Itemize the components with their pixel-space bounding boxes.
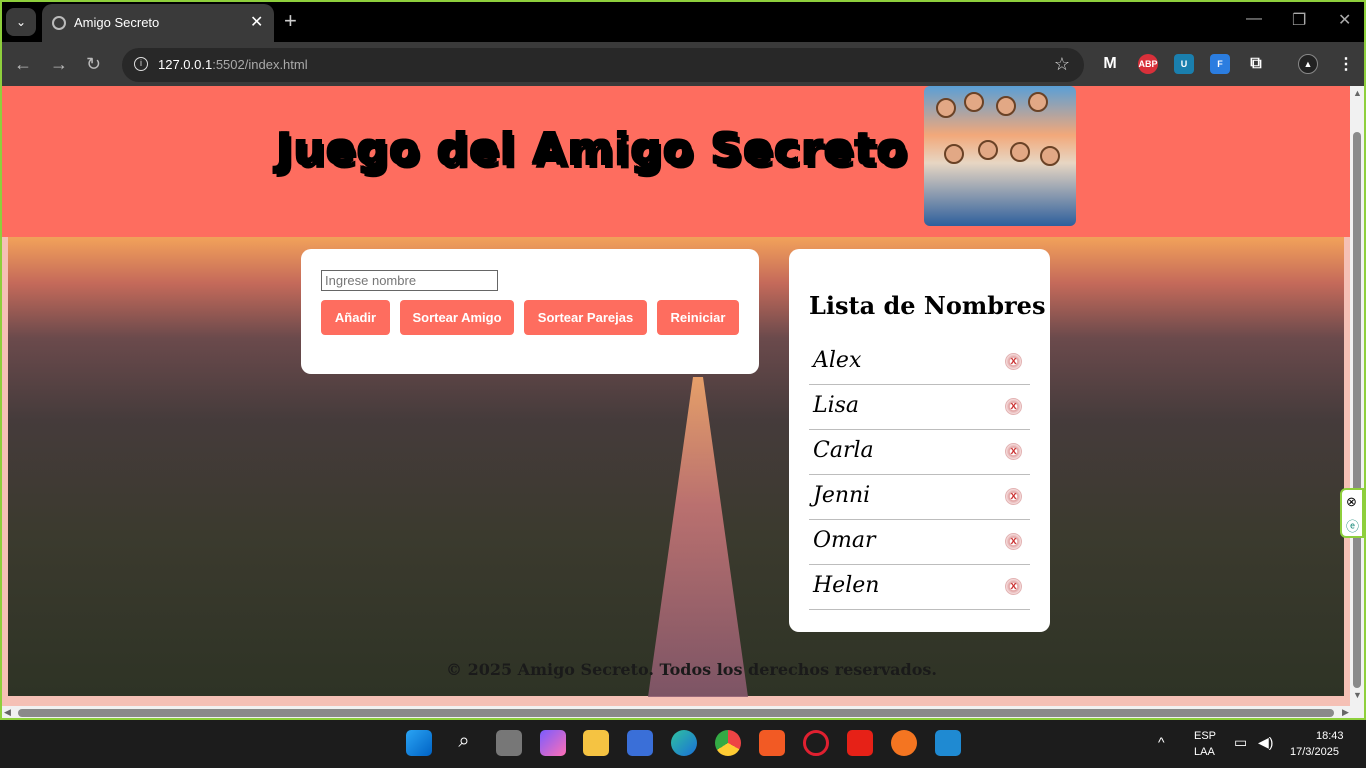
adblock-extension-icon[interactable]: ABP <box>1138 54 1158 74</box>
remove-icon[interactable]: x <box>1005 443 1022 460</box>
bookmark-star-icon[interactable]: ☆ <box>1054 54 1070 75</box>
list-item-name: Omar <box>813 528 876 553</box>
list-item: Alex x <box>809 340 1030 385</box>
volume-icon[interactable]: ◀) <box>1258 734 1273 751</box>
chevron-up-icon[interactable]: ^ <box>1158 734 1165 750</box>
remove-icon[interactable]: x <box>1005 578 1022 595</box>
tab-close-button[interactable]: ✕ <box>250 12 263 32</box>
search-icon[interactable]: ⌕ <box>451 730 477 756</box>
shield-extension-icon[interactable]: U <box>1174 54 1194 74</box>
windows-start-icon[interactable] <box>406 730 432 756</box>
youtube-icon[interactable] <box>847 730 873 756</box>
tab-active[interactable]: Amigo Secreto ✕ <box>42 4 274 42</box>
list-item: Lisa x <box>809 385 1030 430</box>
close-circle-icon[interactable]: ⊗ <box>1346 494 1357 510</box>
list-item: Omar x <box>809 520 1030 565</box>
horizontal-scroll-thumb[interactable] <box>18 709 1334 717</box>
kids-image <box>924 86 1076 226</box>
file-explorer-icon[interactable] <box>583 730 609 756</box>
remove-icon[interactable]: x <box>1005 353 1022 370</box>
tab-search-button[interactable]: ⌄ <box>6 8 36 36</box>
address-bar[interactable]: i 127.0.0.1:5502/index.html ☆ <box>122 48 1084 82</box>
copilot-icon[interactable] <box>540 730 566 756</box>
list-item-name: Carla <box>813 438 874 463</box>
e-extension-icon[interactable]: ⓔ <box>1346 516 1359 535</box>
draw-pairs-button[interactable]: Sortear Parejas <box>524 300 647 335</box>
browser-toolbar: ← → ↻ i 127.0.0.1:5502/index.html ☆ M AB… <box>2 42 1364 88</box>
mendeley-extension-icon[interactable]: M <box>1100 54 1120 74</box>
crunchyroll-icon[interactable] <box>891 730 917 756</box>
globe-icon <box>52 16 66 30</box>
extensions-puzzle-icon[interactable]: ⧉ <box>1246 54 1266 74</box>
remove-icon[interactable]: x <box>1005 398 1022 415</box>
remove-icon[interactable]: x <box>1005 533 1022 550</box>
maximize-button[interactable]: ❐ <box>1292 10 1306 30</box>
profile-avatar[interactable]: ▲ <box>1298 54 1318 74</box>
clock-date[interactable]: 17/3/2025 <box>1290 746 1339 758</box>
list-title: Lista de Nombres <box>809 291 1046 320</box>
url-text: 127.0.0.1:5502/index.html <box>158 57 308 72</box>
list-item-name: Alex <box>813 348 862 373</box>
page-footer: © 2025 Amigo Secreto. Todos los derechos… <box>446 660 937 679</box>
keyboard-layout[interactable]: LAA <box>1194 746 1215 758</box>
list-item: Jenni x <box>809 475 1030 520</box>
canal-scenery <box>648 377 748 697</box>
network-icon[interactable]: ▭ <box>1234 734 1247 751</box>
opera-icon[interactable] <box>803 730 829 756</box>
taskbar: ⌕ ^ ESP LAA ▭ ◀) 18:43 17/3/2025 <box>0 720 1366 768</box>
list-item-name: Helen <box>813 573 880 598</box>
list-item-name: Jenni <box>813 483 871 508</box>
list-item: Helen x <box>809 565 1030 610</box>
close-window-button[interactable]: ✕ <box>1338 10 1351 30</box>
reset-button[interactable]: Reiniciar <box>657 300 739 335</box>
draw-friend-button[interactable]: Sortear Amigo <box>400 300 514 335</box>
page-header: Juego del Amigo Secreto <box>2 86 1350 237</box>
remove-icon[interactable]: x <box>1005 488 1022 505</box>
page-viewport: Juego del Amigo Secreto Añadir Sortear A… <box>2 86 1350 706</box>
vertical-scroll-thumb[interactable] <box>1353 132 1361 688</box>
side-widget[interactable]: ⊗ ⓔ <box>1340 488 1364 538</box>
tab-title: Amigo Secreto <box>74 15 160 30</box>
minimize-button[interactable]: — <box>1246 10 1262 28</box>
reload-icon[interactable]: ↻ <box>86 54 101 75</box>
name-input[interactable] <box>321 270 498 291</box>
site-info-icon[interactable]: i <box>134 57 148 71</box>
translate-extension-icon[interactable]: F <box>1210 54 1230 74</box>
forward-icon[interactable]: → <box>50 54 68 75</box>
menu-kebab-icon[interactable]: ⋮ <box>1336 54 1356 74</box>
vertical-scrollbar[interactable]: ▲ ▼ <box>1350 86 1364 706</box>
clock-time[interactable]: 18:43 <box>1316 730 1344 742</box>
horizontal-scrollbar[interactable]: ◀ ▶ <box>2 706 1364 720</box>
input-card: Añadir Sortear Amigo Sortear Parejas Rei… <box>301 249 759 374</box>
names-list-card: Lista de Nombres Alex x Lisa x Carla x J… <box>789 249 1050 632</box>
tab-strip: ⌄ Amigo Secreto ✕ + — ❐ ✕ <box>2 2 1364 42</box>
language-indicator[interactable]: ESP <box>1194 730 1216 742</box>
vscode-icon[interactable] <box>935 730 961 756</box>
edge-icon[interactable] <box>671 730 697 756</box>
chrome-icon[interactable] <box>715 730 741 756</box>
add-button[interactable]: Añadir <box>321 300 390 335</box>
list-item-name: Lisa <box>813 393 860 418</box>
task-view-icon[interactable] <box>496 730 522 756</box>
back-icon[interactable]: ← <box>14 54 32 75</box>
brave-icon[interactable] <box>759 730 785 756</box>
list-item: Carla x <box>809 430 1030 475</box>
new-tab-button[interactable]: + <box>284 8 297 34</box>
page-title: Juego del Amigo Secreto <box>276 124 908 175</box>
microsoft-store-icon[interactable] <box>627 730 653 756</box>
